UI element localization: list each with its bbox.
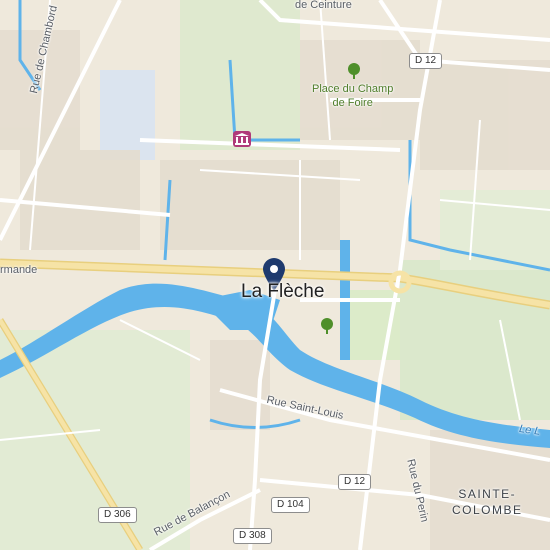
road-shield-d12-bottom: D 12 xyxy=(338,474,372,490)
district-label-line1: SAINTE- xyxy=(458,487,517,501)
park-label-line1: Place du Champ xyxy=(312,83,394,95)
park-label-line2: de Foire xyxy=(332,97,373,109)
road-shield-d308: D 308 xyxy=(233,528,272,544)
city-label[interactable]: La Flèche xyxy=(241,281,324,303)
museum-icon[interactable] xyxy=(233,131,251,147)
park-label[interactable]: Place du Champ de Foire xyxy=(312,82,393,110)
tree-icon[interactable] xyxy=(347,63,361,79)
road-shield-d306: D 306 xyxy=(98,507,137,523)
street-label-rmande: rmande xyxy=(0,264,38,276)
district-label[interactable]: SAINTE- COLOMBE xyxy=(452,486,523,518)
tree-icon[interactable] xyxy=(320,318,334,334)
road-shield-d104: D 104 xyxy=(271,497,310,513)
district-label-line2: COLOMBE xyxy=(452,503,523,517)
street-label-ceinture: de Ceinture xyxy=(295,0,352,11)
map-canvas[interactable]: La Flèche Place du Champ de Foire SAINTE… xyxy=(0,0,550,550)
road-shield-d12-top: D 12 xyxy=(409,53,443,69)
